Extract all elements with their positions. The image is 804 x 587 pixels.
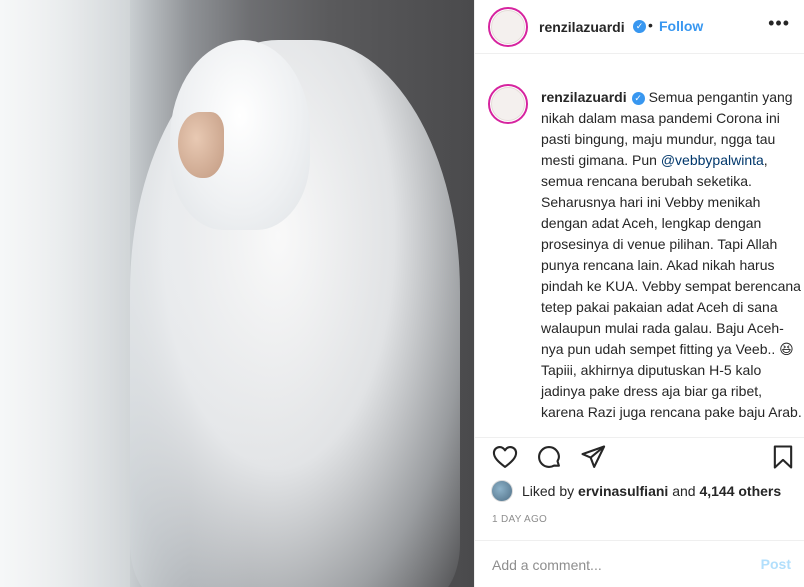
- caption-body-end: , semua rencana berubah seketika. Seharu…: [541, 152, 802, 426]
- more-horizontal-icon[interactable]: •••: [768, 13, 790, 34]
- likes-text: Liked by ervinasulfiani and 4,144 others: [522, 483, 781, 499]
- caption-avatar[interactable]: [488, 84, 528, 124]
- caption-text: renzilazuardi ✓ Semua pengantin yang nikah…: [541, 87, 803, 426]
- share-icon[interactable]: [579, 443, 607, 471]
- comment-icon[interactable]: [535, 443, 563, 471]
- bookmark-icon[interactable]: [769, 443, 797, 471]
- header-username[interactable]: renzilazuardi: [539, 19, 625, 35]
- liker-username[interactable]: ervinasulfiani: [578, 483, 668, 499]
- comment-bar: Post: [475, 540, 804, 587]
- heart-icon[interactable]: [491, 443, 519, 471]
- post-side-panel: renzilazuardi ✓ • Follow ••• renzilazuar…: [474, 0, 804, 587]
- caption-username[interactable]: renzilazuardi: [541, 89, 627, 105]
- post-photo[interactable]: [0, 0, 474, 587]
- caption-mention-link[interactable]: @vebbypalwinta: [661, 152, 764, 168]
- likes-count-link[interactable]: 4,144 others: [699, 483, 781, 499]
- action-bar: [475, 437, 804, 477]
- photo-face: [178, 112, 224, 178]
- likes-conjunction: and: [668, 483, 700, 499]
- caption-verified-badge-icon: ✓: [631, 91, 645, 105]
- header-avatar[interactable]: [488, 7, 528, 47]
- header-separator: •: [648, 17, 653, 33]
- post-button[interactable]: Post: [761, 556, 791, 572]
- photo-curtain: [0, 0, 130, 587]
- comment-input[interactable]: [492, 554, 732, 576]
- likes-prefix: Liked by: [522, 483, 579, 499]
- post-timestamp[interactable]: 1 DAY AGO: [492, 514, 547, 525]
- caption-scroll-area[interactable]: renzilazuardi ✓ Semua pengantin yang nikah…: [475, 72, 804, 426]
- liker-avatar[interactable]: [491, 480, 513, 502]
- verified-badge-icon: ✓: [633, 20, 646, 33]
- post-header: renzilazuardi ✓ • Follow •••: [475, 0, 804, 54]
- follow-button[interactable]: Follow: [659, 18, 703, 34]
